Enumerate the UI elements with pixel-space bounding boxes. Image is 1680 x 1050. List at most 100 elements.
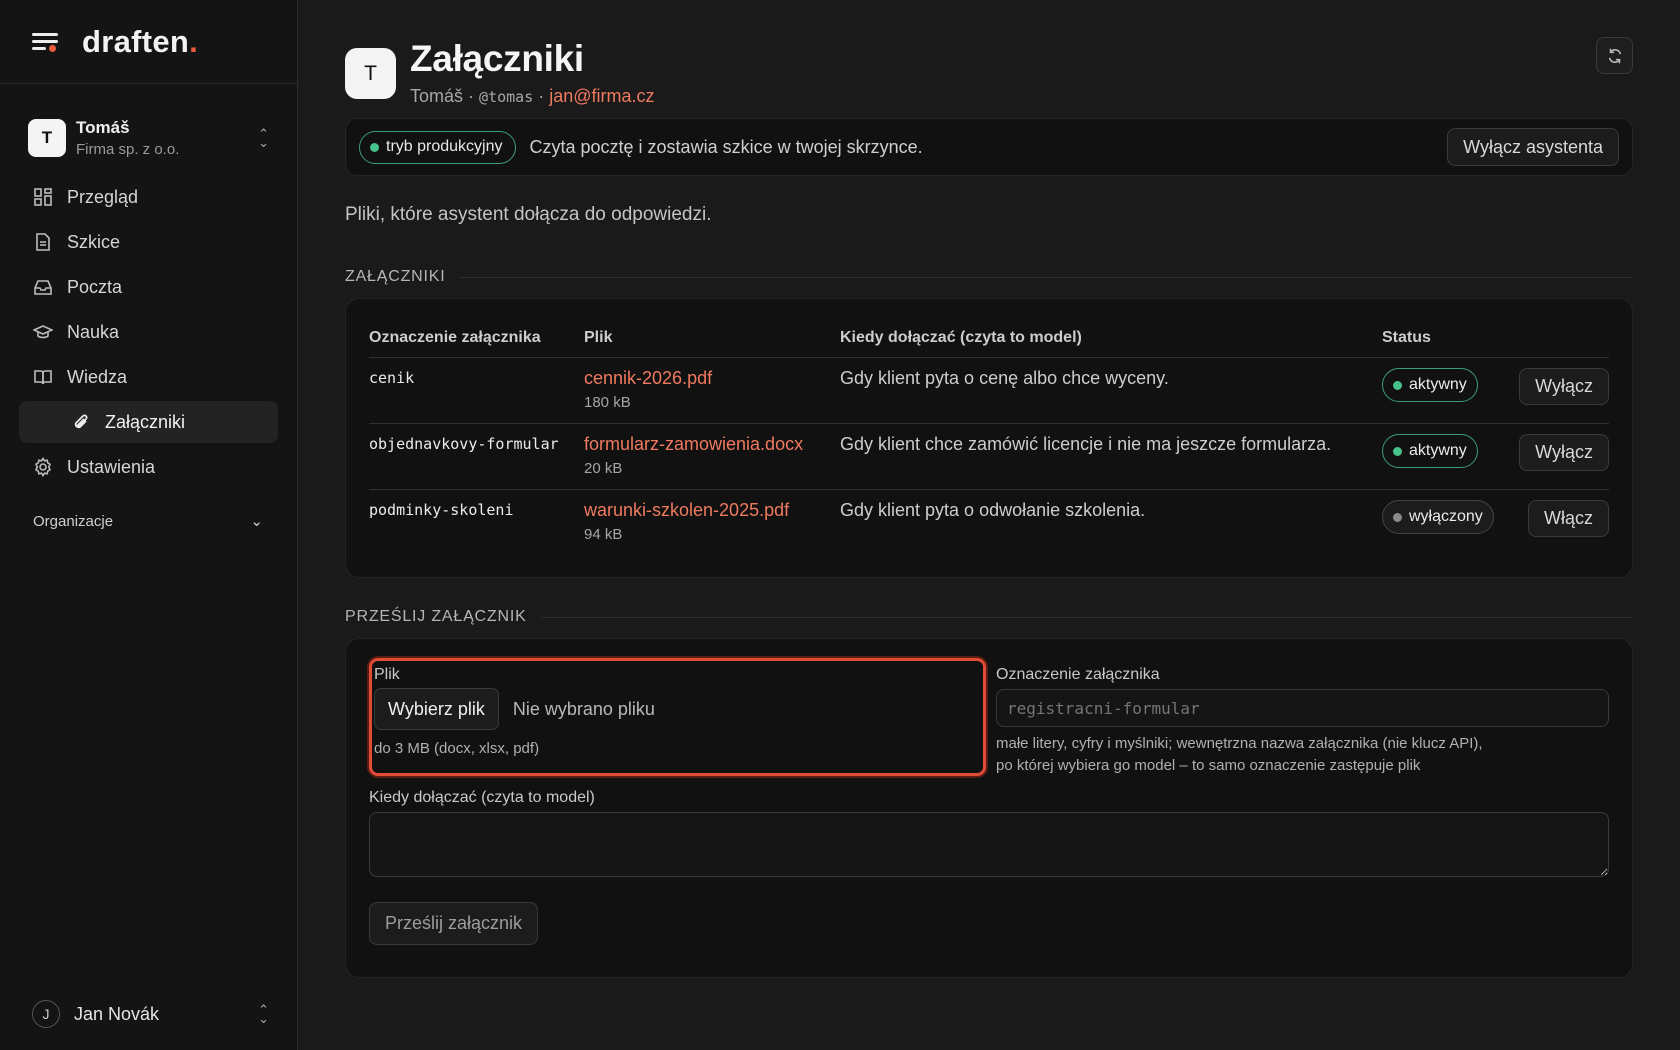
disable-attachment-button[interactable]: Wyłącz bbox=[1519, 368, 1609, 405]
file-field: Plik Wybierz plik Nie wybrano pliku do 3… bbox=[369, 658, 986, 776]
profile-email[interactable]: jan@firma.cz bbox=[549, 86, 654, 106]
book-icon bbox=[34, 370, 52, 385]
file-status: Nie wybrano pliku bbox=[512, 698, 655, 719]
column-header: Kiedy dołączać (czyta to model) bbox=[840, 321, 1382, 358]
sidebar-item-zalaczniki[interactable]: Załączniki bbox=[19, 401, 278, 443]
chevron-up-down-icon: ⌃ ⌄ bbox=[258, 126, 269, 150]
status-dot-icon bbox=[370, 142, 379, 152]
account-name: Tomáš bbox=[76, 118, 130, 137]
brand-bar: draften. bbox=[0, 0, 297, 84]
user-menu[interactable]: J Jan Novák ⌃ ⌄ bbox=[32, 1000, 269, 1028]
status-dot-icon bbox=[1393, 380, 1402, 390]
upload-attachment-button[interactable]: Prześlij załącznik bbox=[369, 902, 539, 945]
status-dot-icon bbox=[1393, 512, 1402, 522]
attachment-key: objednavkovy-formular bbox=[369, 423, 584, 490]
profile-handle: @tomas bbox=[479, 88, 534, 106]
grid-icon bbox=[34, 188, 52, 206]
sidebar-item-label: Ustawienia bbox=[67, 456, 156, 477]
chevron-up-down-icon: ⌃ ⌄ bbox=[258, 1002, 269, 1026]
column-header: Status bbox=[1382, 321, 1507, 358]
account-avatar: T bbox=[28, 119, 66, 157]
page-title: Załączniki bbox=[410, 38, 584, 79]
attachment-file-link[interactable]: formularz-zamowienia.docx bbox=[584, 434, 840, 455]
page-header: T Załączniki Tomáš · @tomas · jan@firma.… bbox=[345, 0, 1633, 118]
sidebar-item-label: Przegląd bbox=[67, 186, 139, 207]
profile-name: Tomáš bbox=[410, 86, 464, 106]
assistant-banner: tryb produkcyjny Czyta pocztę i zostawia… bbox=[345, 118, 1633, 176]
brand-logo[interactable]: draften. bbox=[82, 24, 198, 60]
choose-file-button[interactable]: Wybierz plik bbox=[374, 688, 499, 730]
chevron-down-icon: ⌄ bbox=[250, 513, 263, 530]
when-field: Kiedy dołączać (czyta to model) bbox=[369, 789, 1609, 882]
attachments-card: Oznaczenie załącznika Plik Kiedy dołącza… bbox=[345, 298, 1633, 578]
attachment-key: cenik bbox=[369, 357, 584, 424]
mode-badge: tryb produkcyjny bbox=[359, 130, 516, 164]
attachment-key-input[interactable] bbox=[996, 689, 1609, 727]
status-badge: wyłączony bbox=[1382, 500, 1494, 534]
user-avatar: J bbox=[32, 1000, 60, 1028]
account-switcher[interactable]: T Tomáš Firma sp. z o.o. ⌃ ⌄ bbox=[0, 116, 297, 160]
sidebar-item-przeglad[interactable]: Przegląd bbox=[19, 176, 278, 218]
table-header-row: Oznaczenie załącznika Plik Kiedy dołącza… bbox=[369, 321, 1609, 358]
sidebar-item-nauka[interactable]: Nauka bbox=[19, 311, 278, 353]
attachment-when: Gdy klient chce zamówić licencje i nie m… bbox=[840, 423, 1382, 490]
sidebar-item-poczta[interactable]: Poczta bbox=[19, 266, 278, 308]
sidebar-item-ustawienia[interactable]: Ustawienia bbox=[19, 446, 278, 488]
upload-section-title: PRZEŚLIJ ZAŁĄCZNIK bbox=[345, 608, 1633, 626]
when-textarea[interactable] bbox=[369, 812, 1609, 877]
attachment-file-link[interactable]: cennik-2026.pdf bbox=[584, 368, 840, 389]
status-dot-icon bbox=[1393, 446, 1402, 456]
inbox-icon bbox=[34, 280, 52, 295]
sidebar-item-label: Szkice bbox=[67, 231, 121, 252]
key-field: Oznaczenie załącznika małe litery, cyfry… bbox=[996, 658, 1609, 777]
sidebar-item-label: Wiedza bbox=[67, 366, 128, 387]
file-label: Plik bbox=[374, 666, 400, 683]
attachment-file-link[interactable]: warunki-szkolen-2025.pdf bbox=[584, 500, 840, 521]
page-intro: Pliki, które asystent dołącza do odpowie… bbox=[345, 204, 712, 225]
attachment-file-size: 20 kB bbox=[584, 460, 623, 477]
table-row: cenik cennik-2026.pdf 180 kB Gdy klient … bbox=[369, 357, 1609, 424]
main-content: T Załączniki Tomáš · @tomas · jan@firma.… bbox=[345, 0, 1633, 978]
column-header: Plik bbox=[584, 321, 840, 358]
disable-assistant-button[interactable]: Wyłącz asystenta bbox=[1447, 128, 1619, 166]
refresh-button[interactable] bbox=[1596, 37, 1633, 74]
table-row: podminky-skoleni warunki-szkolen-2025.pd… bbox=[369, 490, 1609, 556]
status-badge: aktywny bbox=[1382, 368, 1478, 402]
status-badge: aktywny bbox=[1382, 434, 1478, 468]
when-label: Kiedy dołączać (czyta to model) bbox=[369, 789, 595, 806]
attachment-when: Gdy klient pyta o odwołanie szkolenia. bbox=[840, 500, 1146, 520]
document-icon bbox=[36, 233, 50, 251]
disable-attachment-button[interactable]: Wyłącz bbox=[1519, 434, 1609, 471]
paperclip-icon bbox=[74, 414, 88, 429]
attachment-when: Gdy klient pyta o cenę albo chce wyceny. bbox=[840, 357, 1382, 424]
user-name: Jan Novák bbox=[74, 1003, 160, 1024]
menu-icon[interactable] bbox=[32, 31, 60, 53]
banner-text: Czyta pocztę i zostawia szkice w twojej … bbox=[529, 136, 923, 157]
sidebar-item-label: Nauka bbox=[67, 321, 120, 342]
sidebar-item-szkice[interactable]: Szkice bbox=[19, 221, 278, 263]
key-label: Oznaczenie załącznika bbox=[996, 666, 1160, 683]
table-row: objednavkovy-formular formularz-zamowien… bbox=[369, 423, 1609, 490]
account-org: Firma sp. z o.o. bbox=[76, 141, 180, 158]
key-help: małe litery, cyfry i myślniki; wewnętrzn… bbox=[996, 735, 1483, 774]
attachment-key: podminky-skoleni bbox=[369, 501, 514, 519]
file-hint: do 3 MB (docx, xlsx, pdf) bbox=[374, 740, 540, 757]
attachment-file-size: 180 kB bbox=[584, 394, 631, 411]
enable-attachment-button[interactable]: Włącz bbox=[1528, 500, 1609, 537]
attachment-file-size: 94 kB bbox=[584, 526, 623, 543]
organizations-label: Organizacje bbox=[33, 512, 114, 530]
gear-icon bbox=[34, 457, 52, 477]
organizations-toggle[interactable]: Organizacje ⌄ bbox=[0, 512, 297, 531]
refresh-icon bbox=[1608, 48, 1621, 63]
profile-avatar: T bbox=[345, 48, 396, 99]
sidebar-item-label: Załączniki bbox=[105, 411, 186, 432]
sidebar: draften. T Tomáš Firma sp. z o.o. ⌃ ⌄ Prz… bbox=[0, 0, 298, 1050]
graduation-cap-icon bbox=[33, 325, 53, 339]
upload-card: Plik Wybierz plik Nie wybrano pliku do 3… bbox=[345, 638, 1633, 978]
attachments-table: Oznaczenie załącznika Plik Kiedy dołącza… bbox=[369, 321, 1609, 555]
column-header: Oznaczenie załącznika bbox=[369, 321, 584, 358]
page-subtitle: Tomáš · @tomas · jan@firma.cz bbox=[410, 86, 655, 106]
attachments-section-title: ZAŁĄCZNIKI bbox=[345, 268, 1633, 286]
sidebar-nav: Przegląd Szkice Poczta Nauka Wiedza Załą… bbox=[0, 176, 297, 488]
sidebar-item-wiedza[interactable]: Wiedza bbox=[19, 356, 278, 398]
